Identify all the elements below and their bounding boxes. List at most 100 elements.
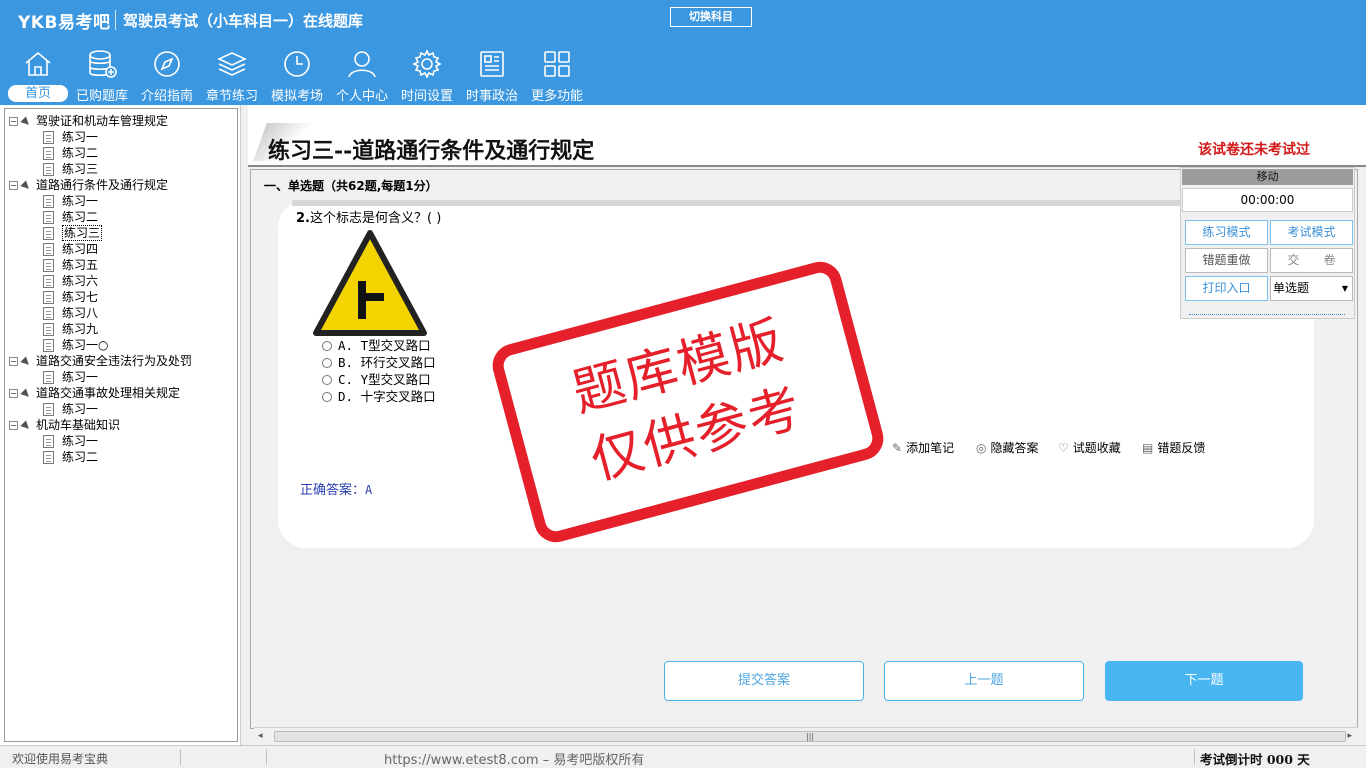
nav-label: 时事政治 <box>465 89 518 104</box>
switch-subject-button[interactable]: 切换科目 <box>670 7 752 27</box>
clock-icon <box>284 51 310 77</box>
document-icon <box>43 291 54 304</box>
tree-item[interactable]: 练习一 <box>43 129 98 145</box>
gear-icon <box>412 49 442 79</box>
report-error-button[interactable]: ▤ 错题反馈 <box>1142 439 1205 456</box>
user-icon <box>348 51 376 78</box>
news-icon <box>480 51 504 77</box>
question-type-select[interactable]: 单选题 ▼ <box>1270 276 1353 301</box>
document-icon <box>43 339 54 352</box>
tree-item[interactable]: 练习二 <box>43 145 98 161</box>
pencil-icon: ✎ <box>892 441 903 455</box>
exam-mode-button[interactable]: 考试模式 <box>1270 220 1353 245</box>
radio-button[interactable] <box>322 358 332 368</box>
document-icon <box>43 131 54 144</box>
radio-button[interactable] <box>322 375 332 385</box>
collapse-icon[interactable]: − <box>9 181 18 190</box>
document-icon <box>43 275 54 288</box>
nav-home[interactable]: 首页 <box>5 48 71 104</box>
timer-display: 00:00:00 <box>1182 188 1353 212</box>
nav-label: 介绍指南 <box>140 89 193 104</box>
correct-answer: 正确答案：A <box>300 479 372 498</box>
nav-mock-exam[interactable]: 模拟考场 <box>264 48 330 104</box>
document-icon <box>43 307 54 320</box>
collapse-icon[interactable]: − <box>9 117 18 126</box>
print-entry-button[interactable]: 打印入口 <box>1185 276 1268 301</box>
tree-item-selected[interactable]: 练习三 <box>43 225 103 241</box>
app-logo: YKB易考吧 <box>18 13 111 33</box>
tree-chapter[interactable]: − 驾驶证和机动车管理规定 <box>9 113 168 129</box>
move-handle[interactable]: 移动 <box>1182 169 1353 185</box>
scroll-right-icon[interactable]: ▸ <box>1347 731 1352 741</box>
tree-item[interactable]: 练习八 <box>43 305 98 321</box>
tree-splitter[interactable] <box>240 105 248 745</box>
nav-label: 首页 <box>8 85 68 102</box>
option-c[interactable]: C. Y型交叉路口 <box>322 371 431 388</box>
tree-item[interactable]: 练习九 <box>43 321 98 337</box>
nav-chapter-practice[interactable]: 章节练习 <box>199 48 265 104</box>
nav-purchased-banks[interactable]: 已购题库 <box>69 48 135 104</box>
scroll-left-icon[interactable]: ◂ <box>258 731 263 741</box>
home-icon <box>25 51 51 76</box>
tree-item[interactable]: 练习一 <box>43 193 98 209</box>
chapter-arrow-icon <box>20 115 32 128</box>
tree-item[interactable]: 练习五 <box>43 257 98 273</box>
tree-chapter[interactable]: − 道路通行条件及通行规定 <box>9 177 168 193</box>
nav-personal-center[interactable]: 个人中心 <box>329 48 395 104</box>
tree-chapter[interactable]: − 机动车基础知识 <box>9 417 120 433</box>
add-note-button[interactable]: ✎ 添加笔记 <box>892 439 954 456</box>
hand-in-button[interactable]: 交 卷 <box>1270 248 1353 273</box>
document-icon <box>43 435 54 448</box>
document-icon <box>43 403 54 416</box>
layers-icon <box>217 52 247 76</box>
nav-time-settings[interactable]: 时间设置 <box>394 48 460 104</box>
tree-chapter[interactable]: − 道路交通安全违法行为及处罚 <box>9 353 192 369</box>
option-b[interactable]: B. 环行交叉路口 <box>322 354 436 371</box>
title-band: 练习三--道路通行条件及通行规定 该试卷还未考试过 <box>248 105 1366 165</box>
collapse-icon[interactable]: − <box>9 357 18 366</box>
status-divider <box>266 749 267 765</box>
nav-label: 模拟考场 <box>270 89 323 104</box>
option-a[interactable]: A. T型交叉路口 <box>322 337 431 354</box>
radio-button[interactable] <box>322 341 332 351</box>
collapse-icon[interactable]: − <box>9 421 18 430</box>
panel-footer-line <box>1189 311 1345 315</box>
tree-item[interactable]: 练习七 <box>43 289 98 305</box>
submit-answer-button[interactable]: 提交答案 <box>664 661 864 701</box>
header-divider <box>115 10 116 30</box>
exam-countdown: 考试倒计时 000 天 <box>1200 752 1310 767</box>
tree-item[interactable]: 练习三 <box>43 161 98 177</box>
option-d[interactable]: D. 十字交叉路口 <box>322 388 436 405</box>
exam-status-text: 该试卷还未考试过 <box>1198 142 1310 158</box>
tree-item[interactable]: 练习二 <box>43 449 98 465</box>
tree-item[interactable]: 练习一 <box>43 369 98 385</box>
nav-current-affairs[interactable]: 时事政治 <box>459 48 525 104</box>
redo-wrong-button[interactable]: 错题重做 <box>1185 248 1268 273</box>
nav-more-features[interactable]: 更多功能 <box>524 48 590 104</box>
status-divider <box>180 749 181 765</box>
radio-button[interactable] <box>322 392 332 402</box>
database-icon <box>89 50 117 78</box>
chapter-arrow-icon <box>20 179 32 192</box>
next-question-button[interactable]: 下一题 <box>1105 661 1303 701</box>
tree-chapter[interactable]: − 道路交通事故处理相关规定 <box>9 385 180 401</box>
tree-item[interactable]: 练习六 <box>43 273 98 289</box>
document-icon <box>43 451 54 464</box>
tree-item[interactable]: 练习一 <box>43 433 98 449</box>
status-welcome: 欢迎使用易考宝典 <box>12 752 109 766</box>
document-icon <box>43 259 54 272</box>
tree-item[interactable]: 练习四 <box>43 241 98 257</box>
tree-item[interactable]: 练习一 <box>43 401 98 417</box>
hide-answer-button[interactable]: ◎ 隐藏答案 <box>976 439 1039 456</box>
tree-item[interactable]: 练习一○ <box>43 337 108 353</box>
favorite-question-button[interactable]: ♡ 试题收藏 <box>1058 439 1121 456</box>
nav-guide[interactable]: 介绍指南 <box>134 48 200 104</box>
collapse-icon[interactable]: − <box>9 389 18 398</box>
horizontal-scrollbar[interactable]: ◂ ||| ▸ <box>254 727 1358 744</box>
nav-label: 时间设置 <box>400 89 453 104</box>
practice-mode-button[interactable]: 练习模式 <box>1185 220 1268 245</box>
tree-item[interactable]: 练习二 <box>43 209 98 225</box>
document-icon <box>43 243 54 256</box>
previous-question-button[interactable]: 上一题 <box>884 661 1084 701</box>
scrollbar-thumb[interactable]: ||| <box>274 731 1346 742</box>
